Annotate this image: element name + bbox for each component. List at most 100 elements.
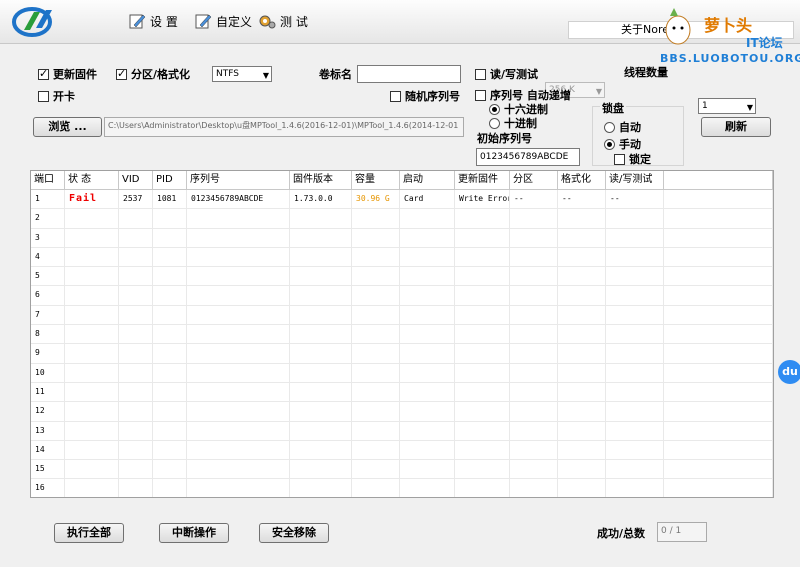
tab-settings[interactable]: 设 置 — [128, 10, 178, 32]
column-header[interactable]: VID — [119, 171, 153, 189]
cell-fw — [290, 382, 352, 402]
table-row[interactable]: 9 — [31, 344, 773, 364]
random-serial-option[interactable]: 随机序列号 — [390, 88, 460, 104]
table-row[interactable]: 13 — [31, 421, 773, 441]
cell-rw — [606, 209, 664, 228]
tab-custom[interactable]: 自定义 — [194, 10, 252, 32]
cell-rw — [606, 479, 664, 497]
serial-auto-inc-checkbox[interactable] — [475, 89, 486, 101]
cell-port: 11 — [31, 382, 65, 402]
cell-cap — [352, 325, 400, 344]
table-row[interactable]: 15 — [31, 460, 773, 480]
table-header: 端口状 态 VID PID 序列号 固件版本 容量 启动 更新固件 分区 格式化 读/写测试 — [31, 171, 773, 190]
column-header[interactable]: 分区 — [510, 171, 558, 189]
tab-settings-label: 设 置 — [150, 14, 178, 29]
lock-lock-checkbox[interactable] — [614, 153, 625, 165]
safe-remove-button[interactable]: 安全移除 — [259, 523, 329, 543]
table-row[interactable]: 4 — [31, 247, 773, 268]
lock-auto-label: 自动 — [619, 121, 641, 134]
tab-test-label: 测 试 — [280, 14, 308, 29]
table-row[interactable]: 2 — [31, 209, 773, 229]
column-header[interactable]: 读/写测试 — [606, 171, 664, 189]
table-row[interactable]: 11 — [31, 382, 773, 403]
thread-count-select[interactable]: 1 ▼ — [698, 98, 756, 114]
table-row[interactable]: 16 — [31, 479, 773, 497]
partition-format-checkbox[interactable] — [116, 67, 127, 81]
update-firmware-option[interactable]: 更新固件 — [38, 66, 97, 82]
cell-serial — [187, 460, 290, 479]
cell-fmt — [558, 228, 606, 247]
column-header[interactable]: 固件版本 — [290, 171, 352, 189]
cell-pid — [153, 247, 187, 267]
table-row[interactable]: 12 — [31, 402, 773, 422]
lock-manual-radio[interactable] — [604, 138, 615, 150]
cell-port: 3 — [31, 228, 65, 247]
refresh-button[interactable]: 刷新 — [701, 117, 771, 137]
filesystem-select-value: NTFS — [216, 69, 239, 79]
cell-pid — [153, 209, 187, 228]
lock-lock-option[interactable]: 锁定 — [614, 151, 651, 167]
rw-test-checkbox[interactable] — [475, 68, 486, 80]
cell-filler — [664, 440, 773, 460]
abort-button[interactable]: 中断操作 — [159, 523, 229, 543]
table-row[interactable]: 10 — [31, 363, 773, 383]
cell-vid — [119, 305, 153, 325]
lock-auto-radio[interactable] — [604, 121, 615, 133]
cell-update — [455, 267, 510, 286]
cell-status — [65, 247, 119, 267]
column-header[interactable]: 更新固件 — [455, 171, 510, 189]
table-row[interactable]: 5 — [31, 267, 773, 287]
column-header[interactable]: 容量 — [352, 171, 400, 189]
card-open-checkbox[interactable] — [38, 90, 49, 102]
cell-fmt — [558, 325, 606, 344]
cell-boot — [400, 344, 455, 363]
tab-test[interactable]: 测 试 — [258, 10, 308, 32]
volume-input[interactable] — [357, 65, 461, 83]
cell-serial — [187, 440, 290, 460]
column-header[interactable]: 格式化 — [558, 171, 606, 189]
hex-radio[interactable] — [489, 103, 500, 115]
column-header[interactable]: 端口 — [31, 171, 65, 189]
cell-pid — [153, 325, 187, 344]
column-header[interactable] — [664, 171, 773, 189]
rw-test-option[interactable]: 读/写测试 — [475, 66, 538, 82]
volume-label-text: 卷标名 — [319, 68, 352, 81]
lock-auto-option[interactable]: 自动 — [604, 119, 641, 135]
cell-pid — [153, 421, 187, 440]
column-header[interactable]: 序列号 — [187, 171, 290, 189]
cell-port: 10 — [31, 363, 65, 382]
dec-option[interactable]: 十进制 — [489, 115, 537, 131]
card-open-option[interactable]: 开卡 — [38, 88, 75, 104]
floating-du-icon[interactable]: du — [778, 360, 800, 384]
cell-status — [65, 286, 119, 305]
success-total-value: 0 / 1 — [661, 526, 682, 536]
table-row[interactable]: 3 — [31, 228, 773, 248]
table-row[interactable]: 1 Fail 2537 1081 0123456789ABCDE 1.73.0.0 30.9… — [31, 190, 773, 210]
partition-format-option[interactable]: 分区/格式化 — [116, 66, 190, 82]
table-row[interactable]: 7 — [31, 305, 773, 326]
dec-radio[interactable] — [489, 117, 500, 129]
browse-button[interactable]: 浏览 ... — [33, 117, 102, 137]
lock-manual-option[interactable]: 手动 — [604, 136, 641, 152]
cell-boot — [400, 402, 455, 421]
run-all-button[interactable]: 执行全部 — [54, 523, 124, 543]
column-header[interactable]: 启动 — [400, 171, 455, 189]
update-firmware-checkbox[interactable] — [38, 67, 49, 81]
cell-cap — [352, 344, 400, 363]
init-serial-input[interactable]: 0123456789ABCDE — [476, 148, 580, 166]
path-field[interactable]: C:\Users\Administrator\Desktop\u盘MPTool_… — [104, 117, 464, 137]
cell-cap — [352, 305, 400, 325]
filesystem-select[interactable]: NTFS ▼ — [212, 66, 272, 82]
cell-pid — [153, 344, 187, 363]
cell-fmt — [558, 402, 606, 421]
cell-serial — [187, 421, 290, 440]
table-row[interactable]: 8 — [31, 325, 773, 345]
table-row[interactable]: 14 — [31, 440, 773, 461]
cell-serial — [187, 305, 290, 325]
cell-part: -- — [510, 190, 558, 209]
cell-rw — [606, 363, 664, 382]
table-row[interactable]: 6 — [31, 286, 773, 306]
column-header[interactable]: 状 态 — [65, 171, 119, 189]
column-header[interactable]: PID — [153, 171, 187, 189]
random-serial-checkbox[interactable] — [390, 90, 401, 102]
